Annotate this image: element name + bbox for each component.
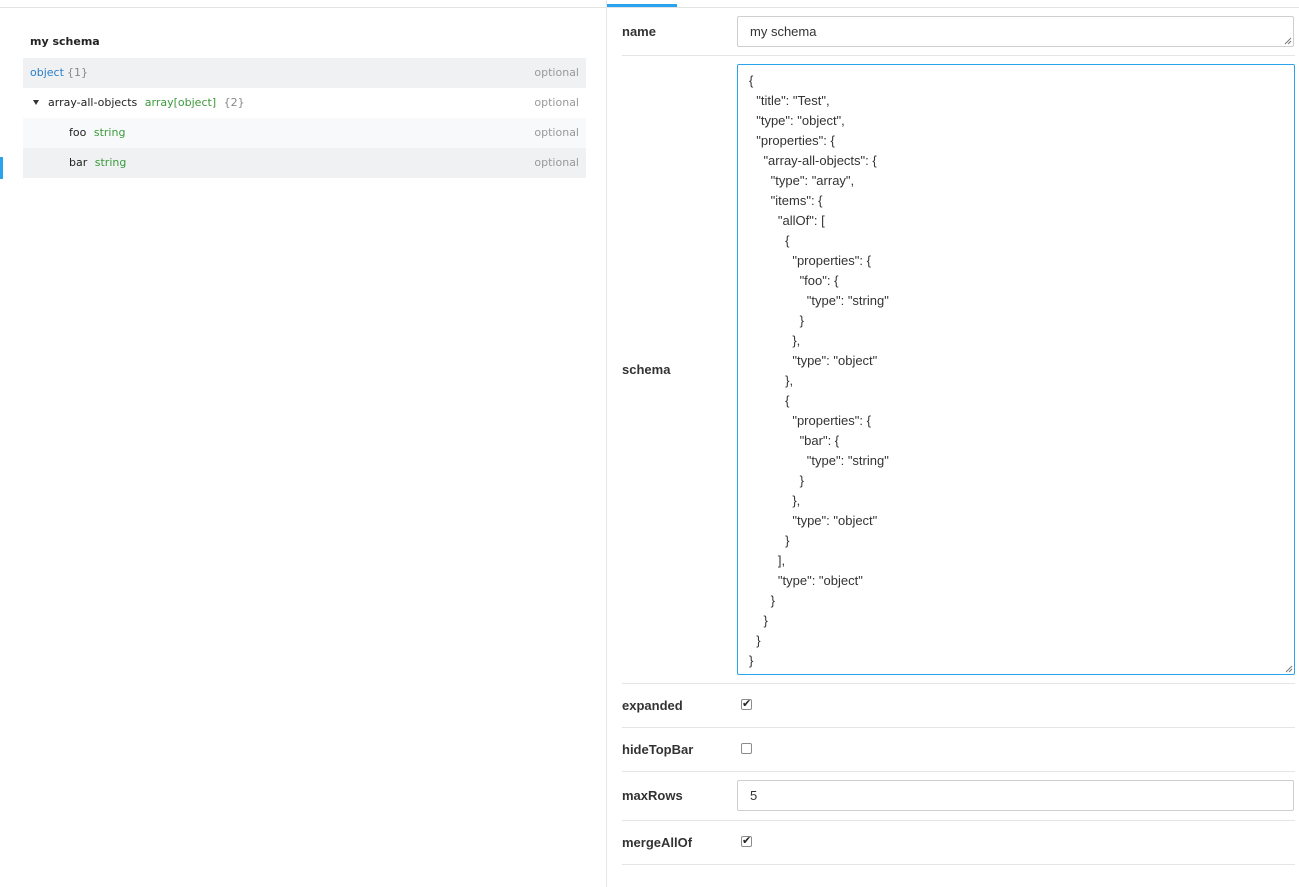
- schema-row-bar[interactable]: bar string optional: [23, 148, 586, 178]
- expanded-checkbox[interactable]: ✔: [741, 697, 752, 710]
- schema-title: my schema: [30, 35, 100, 48]
- schema-json-textarea[interactable]: { "title": "Test", "type": "object", "pr…: [737, 64, 1295, 675]
- schema-row-root[interactable]: object {1} optional: [23, 58, 586, 88]
- name-label: name: [622, 24, 656, 39]
- property-required-label: optional: [534, 126, 579, 139]
- property-count: {2}: [223, 96, 245, 109]
- active-indicator: [0, 157, 3, 179]
- knob-separator: [622, 820, 1295, 821]
- row-prop-group: bar string: [69, 148, 126, 178]
- knob-separator: [622, 771, 1295, 772]
- schema-tree: object {1} optional array-all-objects ar…: [23, 58, 586, 178]
- preview-top-border: [0, 7, 606, 8]
- caret-down-icon[interactable]: [33, 99, 39, 105]
- resize-grip-icon[interactable]: [1284, 37, 1292, 45]
- expanded-label: expanded: [622, 698, 683, 713]
- knob-separator: [622, 864, 1295, 865]
- row-prop-group: foo string: [69, 118, 125, 148]
- mergeallof-label: mergeAllOf: [622, 835, 693, 850]
- property-type: string: [93, 126, 126, 139]
- name-input[interactable]: [737, 16, 1294, 47]
- row-prop-group: array-all-objects array[object] {2}: [33, 88, 245, 118]
- root-type: object: [30, 66, 64, 79]
- knob-separator: [622, 683, 1295, 684]
- knobs-panel: name schema { "title": "Test", "type": "…: [607, 0, 1299, 887]
- schema-row-foo[interactable]: foo string optional: [23, 118, 586, 148]
- property-name: array-all-objects: [48, 96, 138, 109]
- property-name: bar: [69, 156, 88, 169]
- maxrows-input[interactable]: [737, 780, 1294, 811]
- property-name: foo: [69, 126, 87, 139]
- knob-separator: [622, 727, 1295, 728]
- schema-label: schema: [622, 362, 671, 377]
- property-type: array[object]: [144, 96, 217, 109]
- active-tab-indicator[interactable]: [607, 4, 677, 7]
- check-icon: ✔: [742, 697, 752, 710]
- hidetopbar-checkbox[interactable]: [741, 743, 752, 754]
- property-required-label: optional: [534, 96, 579, 109]
- maxrows-label: maxRows: [622, 788, 683, 803]
- property-required-label: optional: [534, 156, 579, 169]
- schema-row-array-all-objects[interactable]: array-all-objects array[object] {2} opti…: [23, 88, 586, 118]
- preview-panel: my schema object {1} optional array-all-…: [0, 0, 606, 887]
- root-required-label: optional: [534, 66, 579, 79]
- check-icon: ✔: [742, 834, 752, 847]
- root-count: {1}: [67, 66, 88, 79]
- resize-grip-icon[interactable]: [1285, 665, 1293, 673]
- property-type: string: [94, 156, 127, 169]
- knob-separator: [622, 55, 1295, 56]
- hidetopbar-label: hideTopBar: [622, 742, 694, 757]
- mergeallof-checkbox[interactable]: ✔: [741, 834, 752, 847]
- knobs-tab-bar: [607, 0, 1299, 8]
